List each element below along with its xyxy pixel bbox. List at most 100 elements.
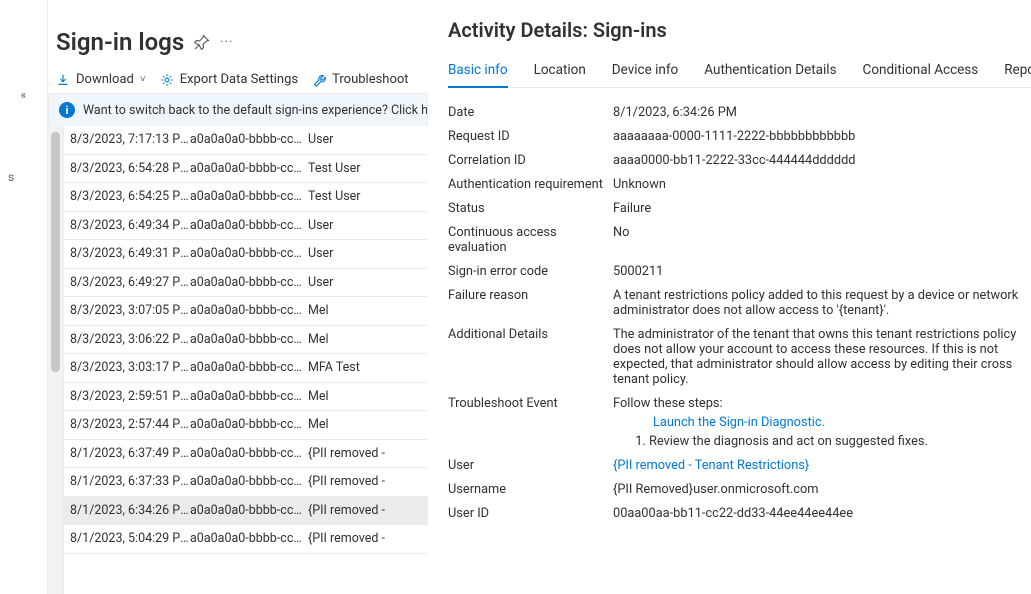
wrench-icon xyxy=(312,73,326,87)
tab-conditional-access[interactable]: Conditional Access xyxy=(863,58,979,87)
cell-request-id: a0a0a0a0-bbbb-ccc... xyxy=(190,218,308,233)
cell-user: {PII removed - xyxy=(308,503,428,518)
field-value-failure-reason: A tenant restrictions policy added to th… xyxy=(613,288,1031,318)
more-menu-icon[interactable]: ··· xyxy=(220,35,233,50)
table-row[interactable]: 8/3/2023, 6:54:25 PMa0a0a0a0-bbbb-ccc...… xyxy=(64,183,428,212)
gear-icon xyxy=(160,73,174,87)
cell-request-id: a0a0a0a0-bbbb-ccc... xyxy=(190,303,308,318)
field-label-username: Username xyxy=(448,482,613,497)
info-banner[interactable]: i Want to switch back to the default sig… xyxy=(48,94,428,126)
cell-date: 8/3/2023, 6:54:25 PM xyxy=(64,189,190,204)
cell-date: 8/3/2023, 3:07:05 PM xyxy=(64,303,190,318)
table-row[interactable]: 8/3/2023, 3:06:22 PMa0a0a0a0-bbbb-ccc...… xyxy=(64,326,428,355)
field-value-username: {PII Removed}user.onmicrosoft.com xyxy=(613,482,1031,497)
cell-user: User xyxy=(308,218,428,233)
tab-device-info[interactable]: Device info xyxy=(612,58,678,87)
field-label-date: Date xyxy=(448,105,613,120)
scrollbar-thumb[interactable] xyxy=(51,132,60,372)
field-value-auth-req: Unknown xyxy=(613,177,1031,192)
field-label-correlation-id: Correlation ID xyxy=(448,153,613,168)
chevron-down-icon: ˅ xyxy=(140,74,146,85)
field-value-error-code: 5000211 xyxy=(613,264,1031,279)
cell-request-id: a0a0a0a0-bbbb-ccc... xyxy=(190,360,308,375)
cell-date: 8/3/2023, 6:49:34 PM xyxy=(64,218,190,233)
rail-fragment: s xyxy=(8,170,14,184)
cell-request-id: a0a0a0a0-bbbb-ccc... xyxy=(190,446,308,461)
field-value-request-id: aaaaaaaa-0000-1111-2222-bbbbbbbbbbbb xyxy=(613,129,1031,144)
tab-report-only[interactable]: Report-only xyxy=(1004,58,1031,87)
cell-user: User xyxy=(308,132,428,147)
field-value-status: Failure xyxy=(613,201,1031,216)
field-label-error-code: Sign-in error code xyxy=(448,264,613,279)
launch-diagnostic-link[interactable]: Launch the Sign-in Diagnostic. xyxy=(653,415,1031,430)
troubleshoot-step-1: Review the diagnosis and act on suggeste… xyxy=(649,434,1031,449)
cell-user: User xyxy=(308,246,428,261)
tab-location[interactable]: Location xyxy=(534,58,586,87)
field-label-user: User xyxy=(448,458,613,473)
details-panel: Activity Details: Sign-ins Basic info Loc… xyxy=(428,0,1031,594)
table-row[interactable]: 8/3/2023, 6:54:28 PMa0a0a0a0-bbbb-ccc...… xyxy=(64,155,428,184)
table-row[interactable]: 8/3/2023, 3:07:05 PMa0a0a0a0-bbbb-ccc...… xyxy=(64,297,428,326)
cell-date: 8/1/2023, 6:37:33 PM xyxy=(64,474,190,489)
cell-request-id: a0a0a0a0-bbbb-ccc... xyxy=(190,275,308,290)
table-row[interactable]: 8/3/2023, 2:59:51 PMa0a0a0a0-bbbb-ccc...… xyxy=(64,383,428,412)
export-settings-button[interactable]: Export Data Settings xyxy=(160,72,298,87)
table-row[interactable]: 8/1/2023, 6:34:26 PMa0a0a0a0-bbbb-ccc...… xyxy=(64,497,428,526)
field-value-date: 8/1/2023, 6:34:26 PM xyxy=(613,105,1031,120)
cell-date: 8/3/2023, 3:06:22 PM xyxy=(64,332,190,347)
tab-authentication-details[interactable]: Authentication Details xyxy=(704,58,836,87)
panel-title: Activity Details: Sign-ins xyxy=(448,18,1031,42)
cell-date: 8/3/2023, 6:49:31 PM xyxy=(64,246,190,261)
table-row[interactable]: 8/1/2023, 6:37:33 PMa0a0a0a0-bbbb-ccc...… xyxy=(64,468,428,497)
cell-request-id: a0a0a0a0-bbbb-ccc... xyxy=(190,389,308,404)
troubleshoot-label: Troubleshoot xyxy=(332,72,408,87)
cell-request-id: a0a0a0a0-bbbb-ccc... xyxy=(190,161,308,176)
cell-user: MFA Test xyxy=(308,360,428,375)
table-row[interactable]: 8/3/2023, 6:49:31 PMa0a0a0a0-bbbb-ccc...… xyxy=(64,240,428,269)
troubleshoot-intro: Follow these steps: xyxy=(613,396,723,411)
table-row[interactable]: 8/1/2023, 6:37:49 PMa0a0a0a0-bbbb-ccc...… xyxy=(64,440,428,469)
table-row[interactable]: 8/3/2023, 2:57:44 PMa0a0a0a0-bbbb-ccc...… xyxy=(64,411,428,440)
cell-user: {PII removed - xyxy=(308,474,428,489)
field-value-cae: No xyxy=(613,225,1031,240)
cell-request-id: a0a0a0a0-bbbb-ccc... xyxy=(190,531,308,546)
cell-user: Mel xyxy=(308,389,428,404)
field-value-troubleshoot: Follow these steps: Launch the Sign-in D… xyxy=(613,396,1031,449)
field-value-additional-details: The administrator of the tenant that own… xyxy=(613,327,1031,387)
field-label-user-id: User ID xyxy=(448,506,613,521)
field-value-user[interactable]: {PII removed - Tenant Restrictions} xyxy=(613,458,1031,473)
export-label: Export Data Settings xyxy=(180,72,298,87)
field-value-user-id: 00aa00aa-bb11-cc22-dd33-44ee44ee44ee xyxy=(613,506,1031,521)
field-label-troubleshoot: Troubleshoot Event xyxy=(448,396,613,411)
cell-user: User xyxy=(308,275,428,290)
panel-tabs: Basic info Location Device info Authenticat… xyxy=(448,58,1031,88)
field-label-request-id: Request ID xyxy=(448,129,613,144)
cell-request-id: a0a0a0a0-bbbb-ccc... xyxy=(190,417,308,432)
table-row[interactable]: 8/3/2023, 7:17:13 PMa0a0a0a0-bbbb-ccc...… xyxy=(64,126,428,155)
table-row[interactable]: 8/3/2023, 3:03:17 PMa0a0a0a0-bbbb-ccc...… xyxy=(64,354,428,383)
field-label-status: Status xyxy=(448,201,613,216)
main-column: Sign-in logs ··· Download ˅ Export Data … xyxy=(48,0,428,594)
cell-user: Test User xyxy=(308,161,428,176)
vertical-scrollbar[interactable] xyxy=(48,126,64,594)
cell-user: Mel xyxy=(308,417,428,432)
download-button[interactable]: Download ˅ xyxy=(56,72,146,87)
cell-request-id: a0a0a0a0-bbbb-ccc... xyxy=(190,132,308,147)
table-row[interactable]: 8/1/2023, 5:04:29 PMa0a0a0a0-bbbb-ccc...… xyxy=(64,525,428,554)
field-label-additional-details: Additional Details xyxy=(448,327,613,342)
cell-date: 8/3/2023, 6:54:28 PM xyxy=(64,161,190,176)
cell-user: Test User xyxy=(308,189,428,204)
troubleshoot-button[interactable]: Troubleshoot xyxy=(312,72,408,87)
cell-user: {PII removed - xyxy=(308,446,428,461)
table-wrap: 8/3/2023, 7:17:13 PMa0a0a0a0-bbbb-ccc...… xyxy=(48,126,428,594)
table-row[interactable]: 8/3/2023, 6:49:27 PMa0a0a0a0-bbbb-ccc...… xyxy=(64,269,428,298)
table-row[interactable]: 8/3/2023, 6:49:34 PMa0a0a0a0-bbbb-ccc...… xyxy=(64,212,428,241)
cell-date: 8/3/2023, 3:03:17 PM xyxy=(64,360,190,375)
field-label-auth-req: Authentication requirement xyxy=(448,177,613,192)
pin-icon[interactable] xyxy=(194,34,210,50)
cell-request-id: a0a0a0a0-bbbb-ccc... xyxy=(190,246,308,261)
download-icon xyxy=(56,73,70,87)
tab-basic-info[interactable]: Basic info xyxy=(448,58,508,88)
cell-user: Mel xyxy=(308,303,428,318)
collapse-rail-icon[interactable]: « xyxy=(21,88,27,102)
